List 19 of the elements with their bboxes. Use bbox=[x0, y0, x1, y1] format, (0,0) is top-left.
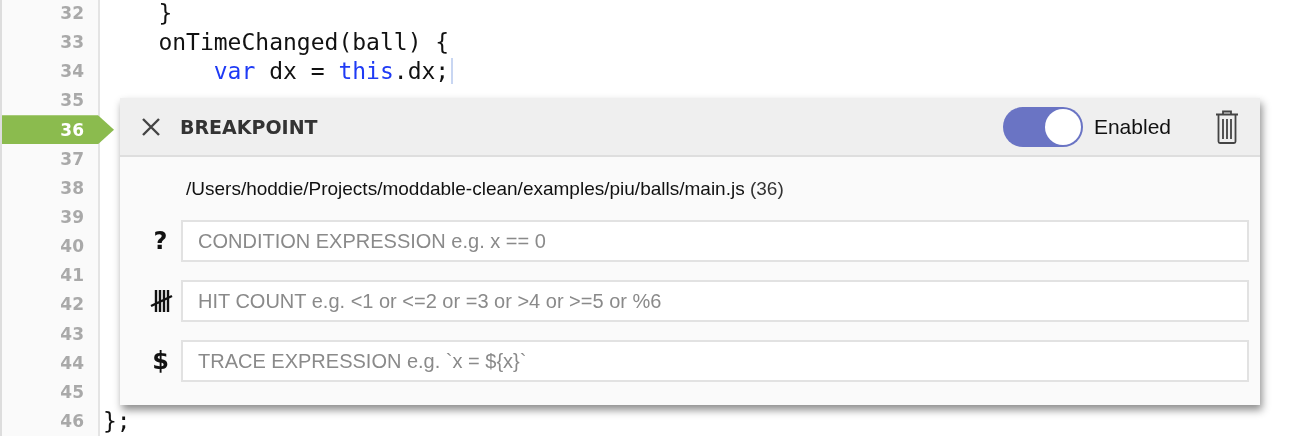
code-line: }; bbox=[103, 408, 131, 435]
toggle-label: Enabled bbox=[1093, 114, 1171, 139]
delete-button[interactable] bbox=[1215, 109, 1239, 144]
close-icon bbox=[140, 115, 162, 138]
close-button[interactable] bbox=[140, 115, 162, 138]
breakpoint-line-number[interactable]: 36 bbox=[2, 115, 114, 145]
file-path: /Users/hoddie/Projects/moddable-clean/examples/piu/balls/main.js (36) bbox=[186, 177, 784, 200]
tally-marks-icon bbox=[148, 288, 173, 314]
panel-title: BREAKPOINT bbox=[180, 115, 318, 138]
hit-count-field[interactable]: HIT COUNT e.g. <1 or <=2 or =3 or >4 or >=5 or %6 bbox=[181, 280, 1249, 322]
question-mark: ? bbox=[153, 227, 168, 255]
enabled-toggle[interactable] bbox=[1002, 106, 1083, 147]
condition-field[interactable]: CONDITION EXPRESSION e.g. x == 0 bbox=[181, 220, 1249, 262]
dollar-sign: $ bbox=[152, 347, 169, 375]
trace-field[interactable]: TRACE EXPRESSION e.g. `x = ${x}` bbox=[181, 340, 1249, 382]
trash-icon bbox=[1215, 109, 1239, 144]
code-line: } bbox=[157, 0, 173, 26]
code-line: onTimeChanged(ball) { bbox=[157, 28, 450, 55]
code-line: var dx = this.dx; bbox=[212, 57, 450, 84]
